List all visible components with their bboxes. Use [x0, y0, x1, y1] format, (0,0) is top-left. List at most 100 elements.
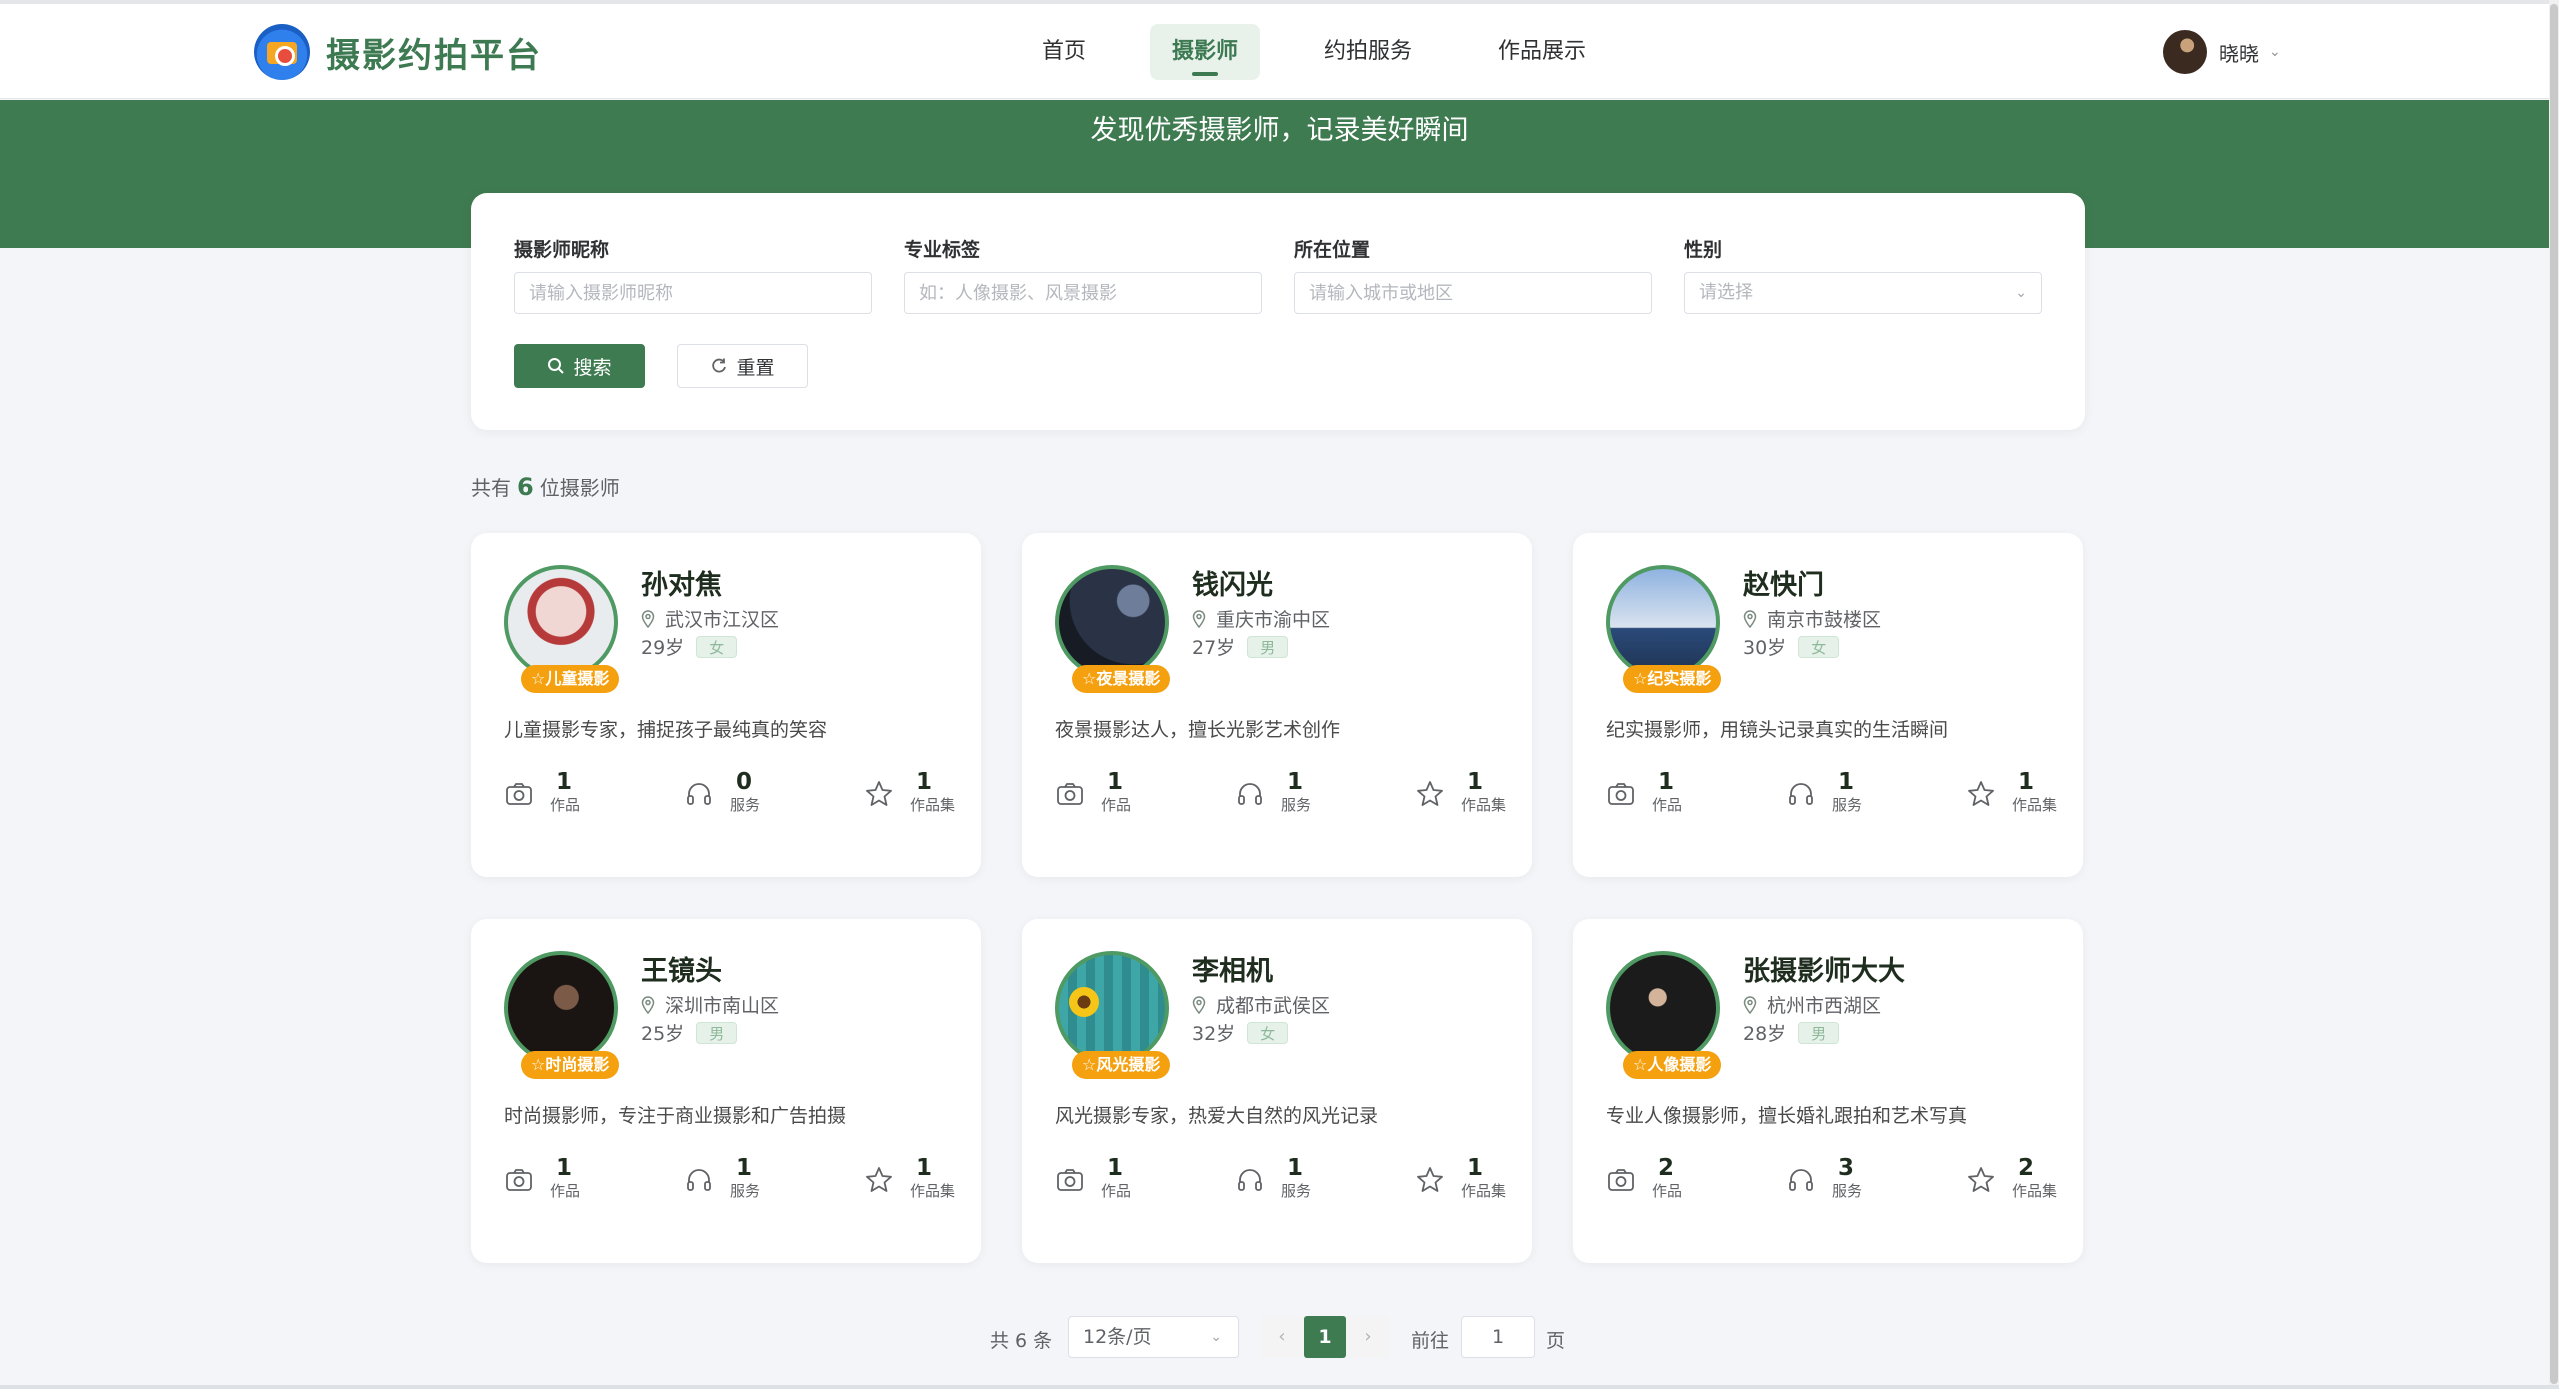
camera-icon	[1606, 779, 1636, 809]
headset-icon	[1786, 1165, 1816, 1195]
services-label: 服务	[730, 796, 761, 814]
nav-photographers[interactable]: 摄影师	[1150, 24, 1261, 80]
chevron-down-icon[interactable]: ⌄	[2269, 44, 2281, 60]
count-suffix: 位摄影师	[539, 476, 620, 500]
star-icon	[1415, 1165, 1445, 1195]
search-button[interactable]: 搜索	[514, 344, 645, 388]
works-count: 1	[556, 1155, 573, 1181]
photographer-meta: 28岁男	[1743, 1019, 1840, 1046]
camera-icon	[1055, 779, 1085, 809]
stat-collections: 1 作品集	[1966, 769, 2057, 815]
photographer-age: 28岁	[1743, 1023, 1787, 1045]
photographer-avatar[interactable]	[1055, 565, 1169, 679]
photographer-card[interactable]: ☆夜景摄影 钱闪光 重庆市渝中区 27岁男夜景摄影达人，擅长光影艺术创作 1 作品 1 服务 1…	[1022, 533, 1532, 877]
location-text: 南京市鼓楼区	[1767, 609, 1882, 631]
star-icon	[1966, 779, 1996, 809]
nav-home[interactable]: 首页	[1020, 24, 1108, 80]
user-name[interactable]: 晓晓	[2219, 38, 2259, 67]
location-input[interactable]	[1294, 272, 1652, 314]
photographer-card[interactable]: ☆纪实摄影 赵快门 南京市鼓楼区 30岁女纪实摄影师，用镜头记录真实的生活瞬间 1 作品 1…	[1573, 533, 2083, 877]
location-pin-icon	[1743, 609, 1757, 628]
gender-tag: 男	[1247, 635, 1289, 658]
reset-button-label: 重置	[736, 356, 775, 379]
gender-tag: 男	[696, 1021, 738, 1044]
photographer-card[interactable]: ☆人像摄影 张摄影师大大 杭州市西湖区 28岁男专业人像摄影师，擅长婚礼跟拍和艺术写真…	[1573, 919, 2083, 1263]
stat-services: 3 服务	[1786, 1155, 1862, 1201]
collections-label: 作品集	[2012, 1182, 2058, 1200]
user-menu[interactable]: 晓晓 ⌄	[2163, 30, 2281, 74]
nickname-field-group: 摄影师昵称	[514, 235, 872, 314]
specialty-badge: ☆儿童摄影	[521, 665, 620, 693]
stat-services: 1 服务	[1235, 769, 1311, 815]
photographer-name[interactable]: 李相机	[1192, 949, 1273, 988]
stat-services: 1 服务	[1786, 769, 1862, 815]
works-label: 作品	[1101, 796, 1132, 814]
photographer-age: 30岁	[1743, 637, 1787, 659]
headset-icon	[684, 779, 714, 809]
refresh-icon	[712, 358, 727, 373]
tags-input[interactable]	[904, 272, 1262, 314]
page-size-value: 12条/页	[1083, 1326, 1152, 1348]
scrollbar-thumb[interactable]	[2550, 4, 2558, 1384]
pagination: 共 6 条 12条/页 ⌄ ‹ 1 › 前往 页	[0, 1316, 2559, 1360]
photographer-count: 共有 6 位摄影师	[471, 472, 620, 501]
location-pin-icon	[1192, 995, 1206, 1014]
specialty-badge: ☆纪实摄影	[1623, 665, 1722, 693]
location-text: 杭州市西湖区	[1767, 995, 1882, 1017]
works-label: 作品	[1652, 796, 1683, 814]
reset-button[interactable]: 重置	[677, 344, 808, 388]
star-icon	[864, 779, 894, 809]
works-count: 1	[1658, 769, 1675, 795]
star-icon	[1966, 1165, 1996, 1195]
photographer-card[interactable]: ☆儿童摄影 孙对焦 武汉市江汉区 29岁女儿童摄影专家，捕捉孩子最纯真的笑容 1 作品 0 服…	[471, 533, 981, 877]
works-count: 2	[1658, 1155, 1675, 1181]
page-size-select[interactable]: 12条/页 ⌄	[1068, 1316, 1239, 1358]
works-count: 1	[1107, 769, 1124, 795]
photographer-location: 杭州市西湖区	[1743, 991, 1881, 1018]
photographer-name[interactable]: 孙对焦	[641, 563, 722, 602]
photographer-meta: 30岁女	[1743, 633, 1840, 660]
next-page-button[interactable]: ›	[1347, 1316, 1389, 1358]
camera-icon	[504, 1165, 534, 1195]
stat-services: 1 服务	[684, 1155, 760, 1201]
gender-tag: 女	[696, 635, 738, 658]
photographer-name[interactable]: 钱闪光	[1192, 563, 1273, 602]
brand-logo[interactable]: 摄影约拍平台	[254, 24, 542, 80]
pagination-total: 共 6 条	[990, 1330, 1053, 1352]
photographer-card[interactable]: ☆风光摄影 李相机 成都市武侯区 32岁女风光摄影专家，热爱大自然的风光记录 1 作品 1 服…	[1022, 919, 1532, 1263]
photographer-name[interactable]: 张摄影师大大	[1743, 949, 1905, 988]
goto-label: 前往	[1411, 1330, 1450, 1352]
collections-label: 作品集	[910, 796, 956, 814]
location-label: 所在位置	[1294, 239, 1371, 261]
stat-works: 1 作品	[504, 1155, 580, 1201]
specialty-badge: ☆风光摄影	[1072, 1051, 1171, 1079]
banner-slogan: 发现优秀摄影师，记录美好瞬间	[1090, 115, 1469, 146]
photographer-avatar[interactable]	[1606, 951, 1720, 1065]
photographer-meta: 27岁男	[1192, 633, 1289, 660]
nav-booking-services[interactable]: 约拍服务	[1302, 24, 1434, 80]
stat-collections: 1 作品集	[864, 1155, 955, 1201]
brand-name: 摄影约拍平台	[326, 35, 542, 76]
photographer-description: 夜景摄影达人，擅长光影艺术创作	[1055, 719, 1341, 741]
photographer-avatar[interactable]	[504, 951, 618, 1065]
nickname-input[interactable]	[514, 272, 872, 314]
specialty-badge: ☆夜景摄影	[1072, 665, 1171, 693]
gender-field-group: 性别 请选择 ⌄	[1684, 235, 2042, 314]
specialty-badge: ☆时尚摄影	[521, 1051, 620, 1079]
nav-portfolio[interactable]: 作品展示	[1476, 24, 1608, 80]
user-avatar[interactable]	[2163, 30, 2207, 74]
photographer-name[interactable]: 赵快门	[1743, 563, 1824, 602]
photographer-name[interactable]: 王镜头	[641, 949, 722, 988]
star-icon	[864, 1165, 894, 1195]
page-number-current[interactable]: 1	[1304, 1316, 1346, 1358]
prev-page-button[interactable]: ‹	[1261, 1316, 1303, 1358]
works-count: 1	[556, 769, 573, 795]
photographer-avatar[interactable]	[504, 565, 618, 679]
gender-select[interactable]: 请选择 ⌄	[1684, 272, 2042, 314]
vertical-scrollbar[interactable]	[2549, 0, 2559, 1389]
photographer-avatar[interactable]	[1606, 565, 1720, 679]
photographer-avatar[interactable]	[1055, 951, 1169, 1065]
location-text: 深圳市南山区	[665, 995, 780, 1017]
photographer-card[interactable]: ☆时尚摄影 王镜头 深圳市南山区 25岁男时尚摄影师，专注于商业摄影和广告拍摄 1 作品 1…	[471, 919, 981, 1263]
goto-page-input[interactable]	[1461, 1316, 1535, 1358]
